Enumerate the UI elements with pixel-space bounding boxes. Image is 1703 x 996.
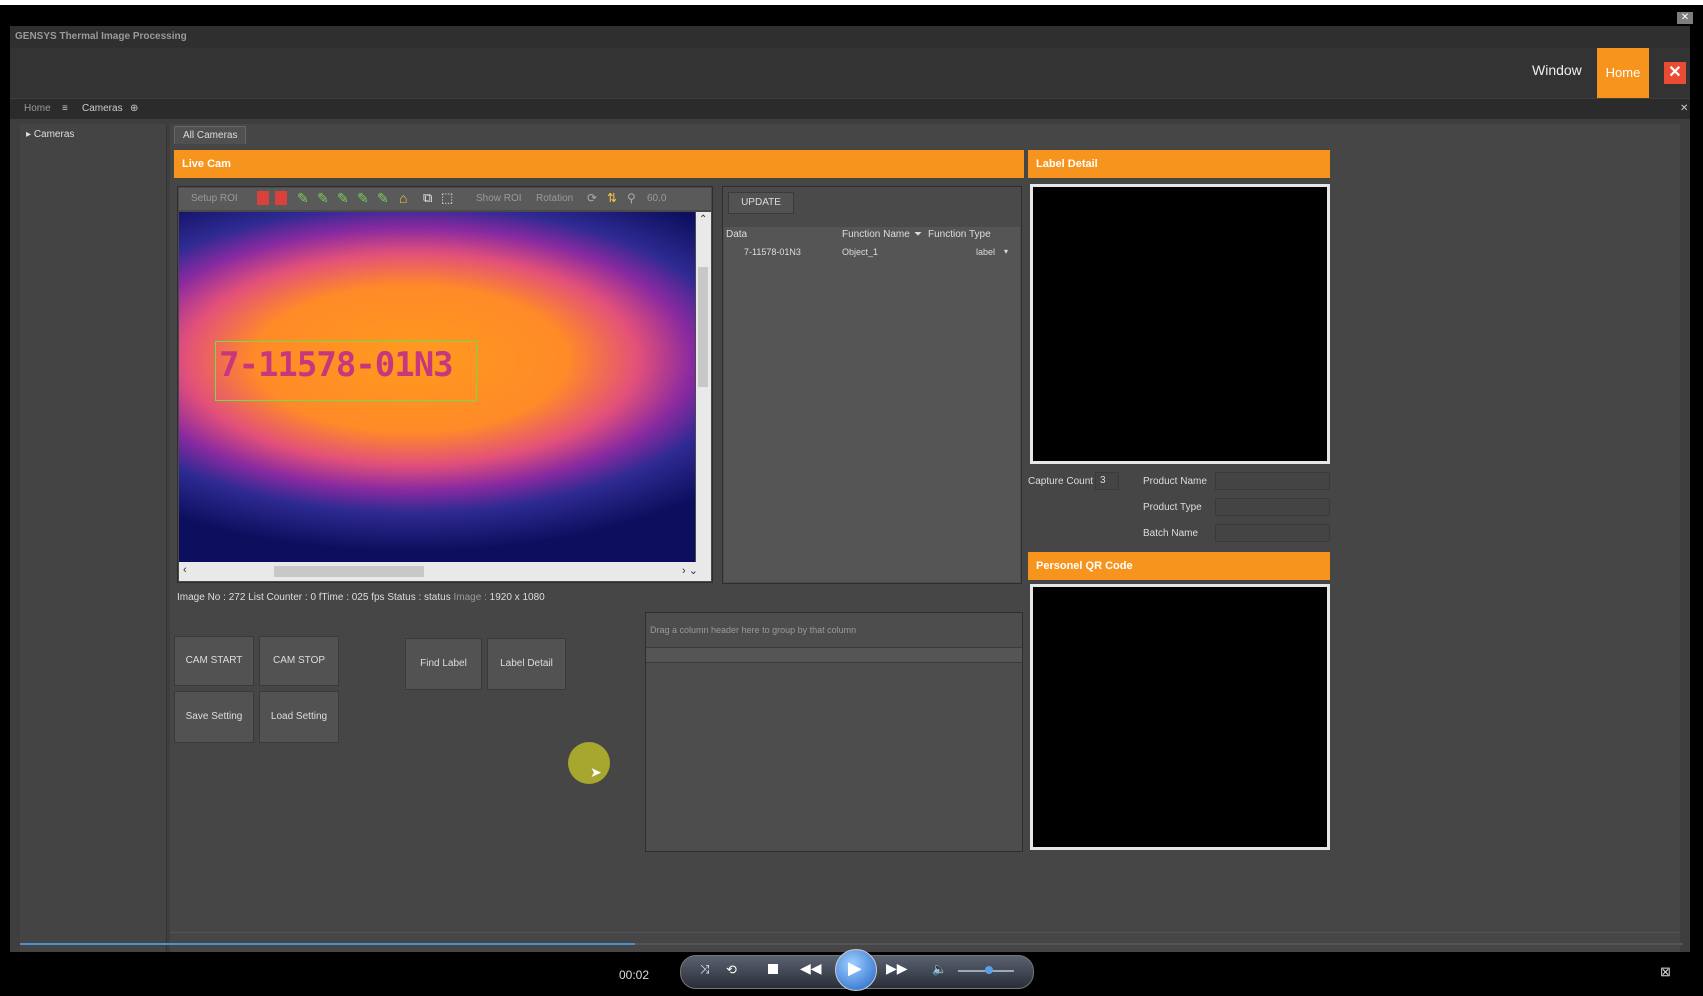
update-button[interactable]: UPDATE <box>728 192 794 214</box>
group-by-hint: Drag a column header here to group by th… <box>650 625 857 635</box>
media-close-icon[interactable]: ✕ <box>1677 12 1693 24</box>
rotation-button[interactable]: Rotation <box>536 193 573 204</box>
scroll-left-icon[interactable]: ‹ <box>183 564 187 576</box>
find-label-button[interactable]: Find Label <box>405 638 482 690</box>
batch-name-field[interactable] <box>1215 524 1330 542</box>
horizontal-scrollbar[interactable]: ‹ › ⌄ <box>179 562 711 581</box>
scroll-thumb[interactable] <box>698 267 708 387</box>
pen-tool-icon-5[interactable]: ✎ <box>377 190 389 207</box>
scroll-thumb-horizontal[interactable] <box>274 566 424 577</box>
home-roi-icon[interactable]: ⌂ <box>399 190 407 206</box>
tab-menu-icon[interactable]: ≡ <box>62 103 68 114</box>
pen-tool-icon-3[interactable]: ✎ <box>337 190 349 207</box>
save-setting-button[interactable]: Save Setting <box>174 691 254 743</box>
rewind-icon[interactable]: ◀◀ <box>800 960 822 977</box>
ocr-label-text: 7-11578-01N3 <box>219 345 454 385</box>
zoom-value: 60.0 <box>647 193 667 204</box>
cam-start-button[interactable]: CAM START <box>174 636 254 686</box>
crop-icon[interactable]: ⧉ <box>423 190 432 206</box>
qr-code-header: Personel QR Code <box>1028 552 1330 580</box>
sidebar-item-cameras[interactable]: ▸ Cameras <box>26 129 74 140</box>
stop-icon[interactable] <box>768 964 778 974</box>
column-header-data[interactable]: Data <box>726 229 747 240</box>
column-header-function-name[interactable]: Function Name <box>842 229 910 240</box>
mouse-pointer-icon: ➤ <box>590 764 602 780</box>
tab-home[interactable]: Home <box>24 103 51 114</box>
thermal-image: 7-11578-01N3 <box>179 212 695 562</box>
scroll-right-icon[interactable]: › ⌄ <box>682 564 698 577</box>
label-detail-image <box>1030 184 1330 464</box>
product-name-label: Product Name <box>1143 476 1207 487</box>
flip-icon[interactable]: ⇅ <box>607 191 617 205</box>
pen-tool-icon-2[interactable]: ✎ <box>317 190 329 207</box>
capture-count-field[interactable]: 3 <box>1095 472 1119 490</box>
grid-header-row <box>646 647 1022 663</box>
playback-time: 00:02 <box>619 968 650 982</box>
expand-icon: ▸ <box>26 129 34 140</box>
label-detail-header: Label Detail <box>1028 150 1330 178</box>
pin-icon[interactable]: ⊕ <box>130 103 138 114</box>
top-edge <box>0 0 1703 5</box>
window-menu-button[interactable]: Window <box>1532 62 1582 78</box>
play-icon: ▶ <box>848 958 862 978</box>
document-tabs <box>10 99 1690 119</box>
dropdown-icon[interactable]: ▾ <box>1004 247 1008 256</box>
grouping-grid: Drag a column header here to group by th… <box>645 612 1023 852</box>
scroll-up-icon[interactable]: ⌃ <box>699 214 707 225</box>
volume-icon[interactable]: 🔈 <box>932 962 947 976</box>
qr-code-image <box>1030 584 1330 850</box>
status-bar: Image No : 272 List Counter : 0 fTime : … <box>177 592 545 603</box>
volume-thumb[interactable] <box>985 966 993 974</box>
fast-forward-icon[interactable]: ▶▶ <box>886 960 908 977</box>
capture-count-label: Capture Count <box>1028 476 1094 487</box>
setup-roi-button[interactable]: Setup ROI <box>191 193 238 204</box>
close-tab-icon[interactable]: ✕ <box>1680 103 1688 114</box>
label-detail-button[interactable]: Label Detail <box>487 638 566 690</box>
table-row[interactable]: 7-11578-01N3 Object_1 label ▾ <box>724 245 1020 263</box>
product-type-field[interactable] <box>1215 498 1330 516</box>
results-table: Data Function Name ⏷ Function Type 7-115… <box>724 227 1020 582</box>
divider <box>170 932 1680 933</box>
switch-to-full-mode-icon[interactable]: ⊠ <box>1660 964 1671 980</box>
cam-stop-button[interactable]: CAM STOP <box>259 636 339 686</box>
seek-progress <box>20 943 635 945</box>
batch-name-label: Batch Name <box>1143 528 1199 539</box>
resize-icon[interactable]: ⬚ <box>441 190 453 206</box>
column-header-function-type[interactable]: Function Type <box>928 229 991 240</box>
product-name-field[interactable] <box>1215 472 1330 490</box>
pen-tool-icon-4[interactable]: ✎ <box>357 190 369 207</box>
rotate-icon[interactable]: ⟳ <box>587 191 597 205</box>
home-menu-button[interactable]: Home <box>1597 48 1649 98</box>
live-cam-toolbar: Setup ROI ✎ ✎ ✎ ✎ ✎ ⌂ ⧉ ⬚ Show ROI Rotat… <box>179 188 711 210</box>
app-title: GENSYS Thermal Image Processing <box>15 31 187 42</box>
load-setting-button[interactable]: Load Setting <box>259 691 339 743</box>
product-type-label: Product Type <box>1143 502 1202 513</box>
title-bar <box>10 26 1690 48</box>
sidebar <box>20 124 167 964</box>
show-roi-button[interactable]: Show ROI <box>476 193 522 204</box>
vertical-scrollbar[interactable]: ⌃ <box>696 212 711 562</box>
tab-cameras[interactable]: Cameras <box>82 103 123 114</box>
shuffle-icon[interactable]: ⤨ <box>700 962 710 977</box>
copy-roi-icon[interactable] <box>257 191 269 205</box>
tab-all-cameras[interactable]: All Cameras <box>174 126 247 144</box>
pen-tool-icon[interactable]: ✎ <box>297 190 309 207</box>
sort-icon[interactable]: ⏷ <box>914 229 922 240</box>
close-icon[interactable]: ✕ <box>1664 62 1686 84</box>
zoom-icon[interactable]: ⚲ <box>627 191 636 205</box>
ribbon <box>10 48 1690 98</box>
live-cam-header: Live Cam <box>174 150 1024 178</box>
cursor-highlight <box>568 742 610 784</box>
repeat-icon[interactable]: ⟲ <box>726 962 737 978</box>
paste-roi-icon[interactable] <box>275 191 287 205</box>
